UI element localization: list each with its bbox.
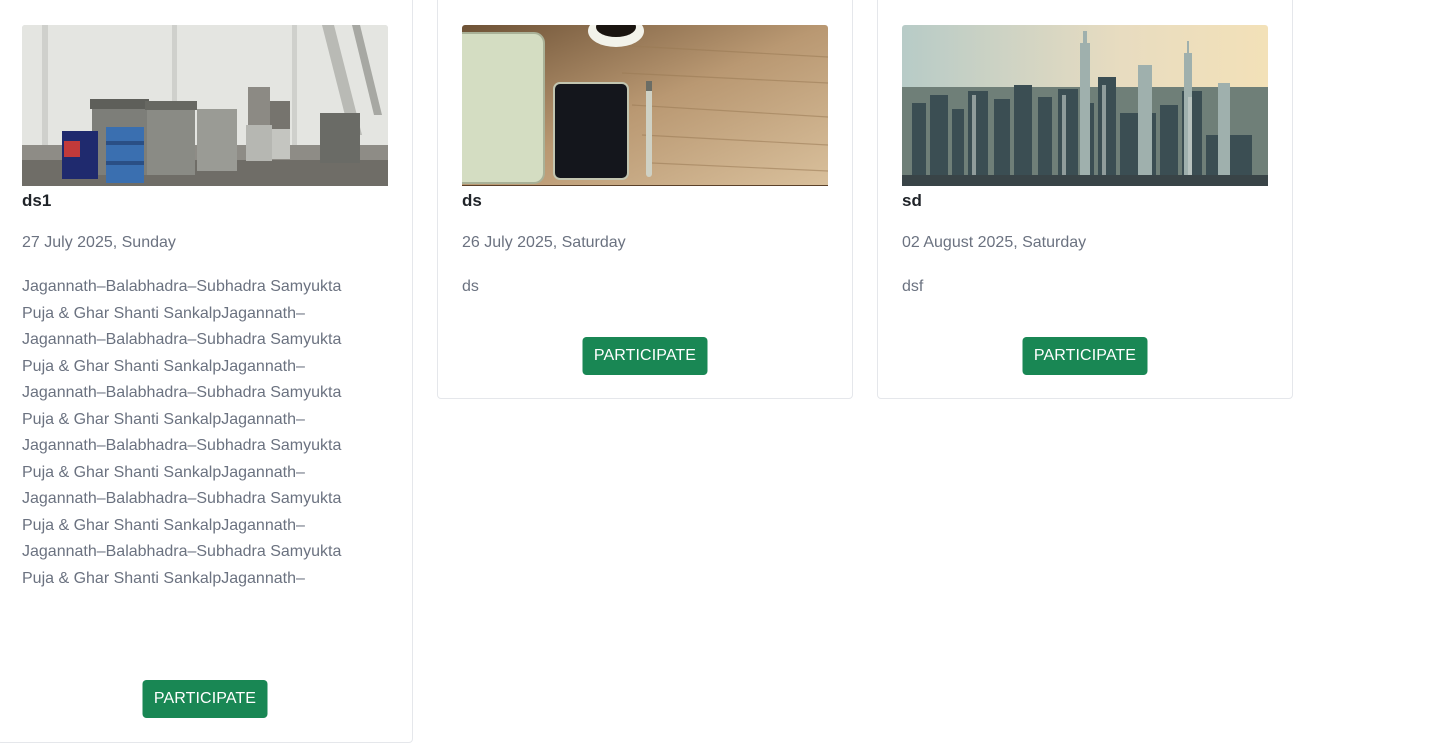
event-description: Jagannath–Balabhadra–Subhadra Samyukta P… [22, 278, 342, 587]
event-image-city-skyline [902, 25, 1268, 186]
event-description: ds [462, 278, 479, 295]
event-card: ds1 27 July 2025, Sunday Jagannath–Balab… [0, 0, 413, 743]
participate-button[interactable]: PARTICIPATE [1022, 337, 1148, 375]
event-title: sd [902, 191, 922, 210]
event-image-trash-bins [22, 25, 388, 186]
event-cards-grid: ds1 27 July 2025, Sunday Jagannath–Balab… [0, 0, 1434, 753]
event-title: ds1 [22, 191, 52, 210]
event-card: ds 26 July 2025, Saturday ds PARTICIPATE [437, 0, 853, 399]
event-date: 26 July 2025, Saturday [462, 234, 626, 251]
event-description: dsf [902, 278, 924, 295]
event-title: ds [462, 191, 482, 210]
participate-button[interactable]: PARTICIPATE [582, 337, 708, 375]
event-date: 27 July 2025, Sunday [22, 234, 176, 251]
participate-button[interactable]: PARTICIPATE [142, 680, 268, 718]
event-card: sd 02 August 2025, Saturday dsf PARTICIP… [877, 0, 1293, 399]
event-image-desk-tablet [462, 25, 828, 186]
event-date: 02 August 2025, Saturday [902, 234, 1087, 251]
